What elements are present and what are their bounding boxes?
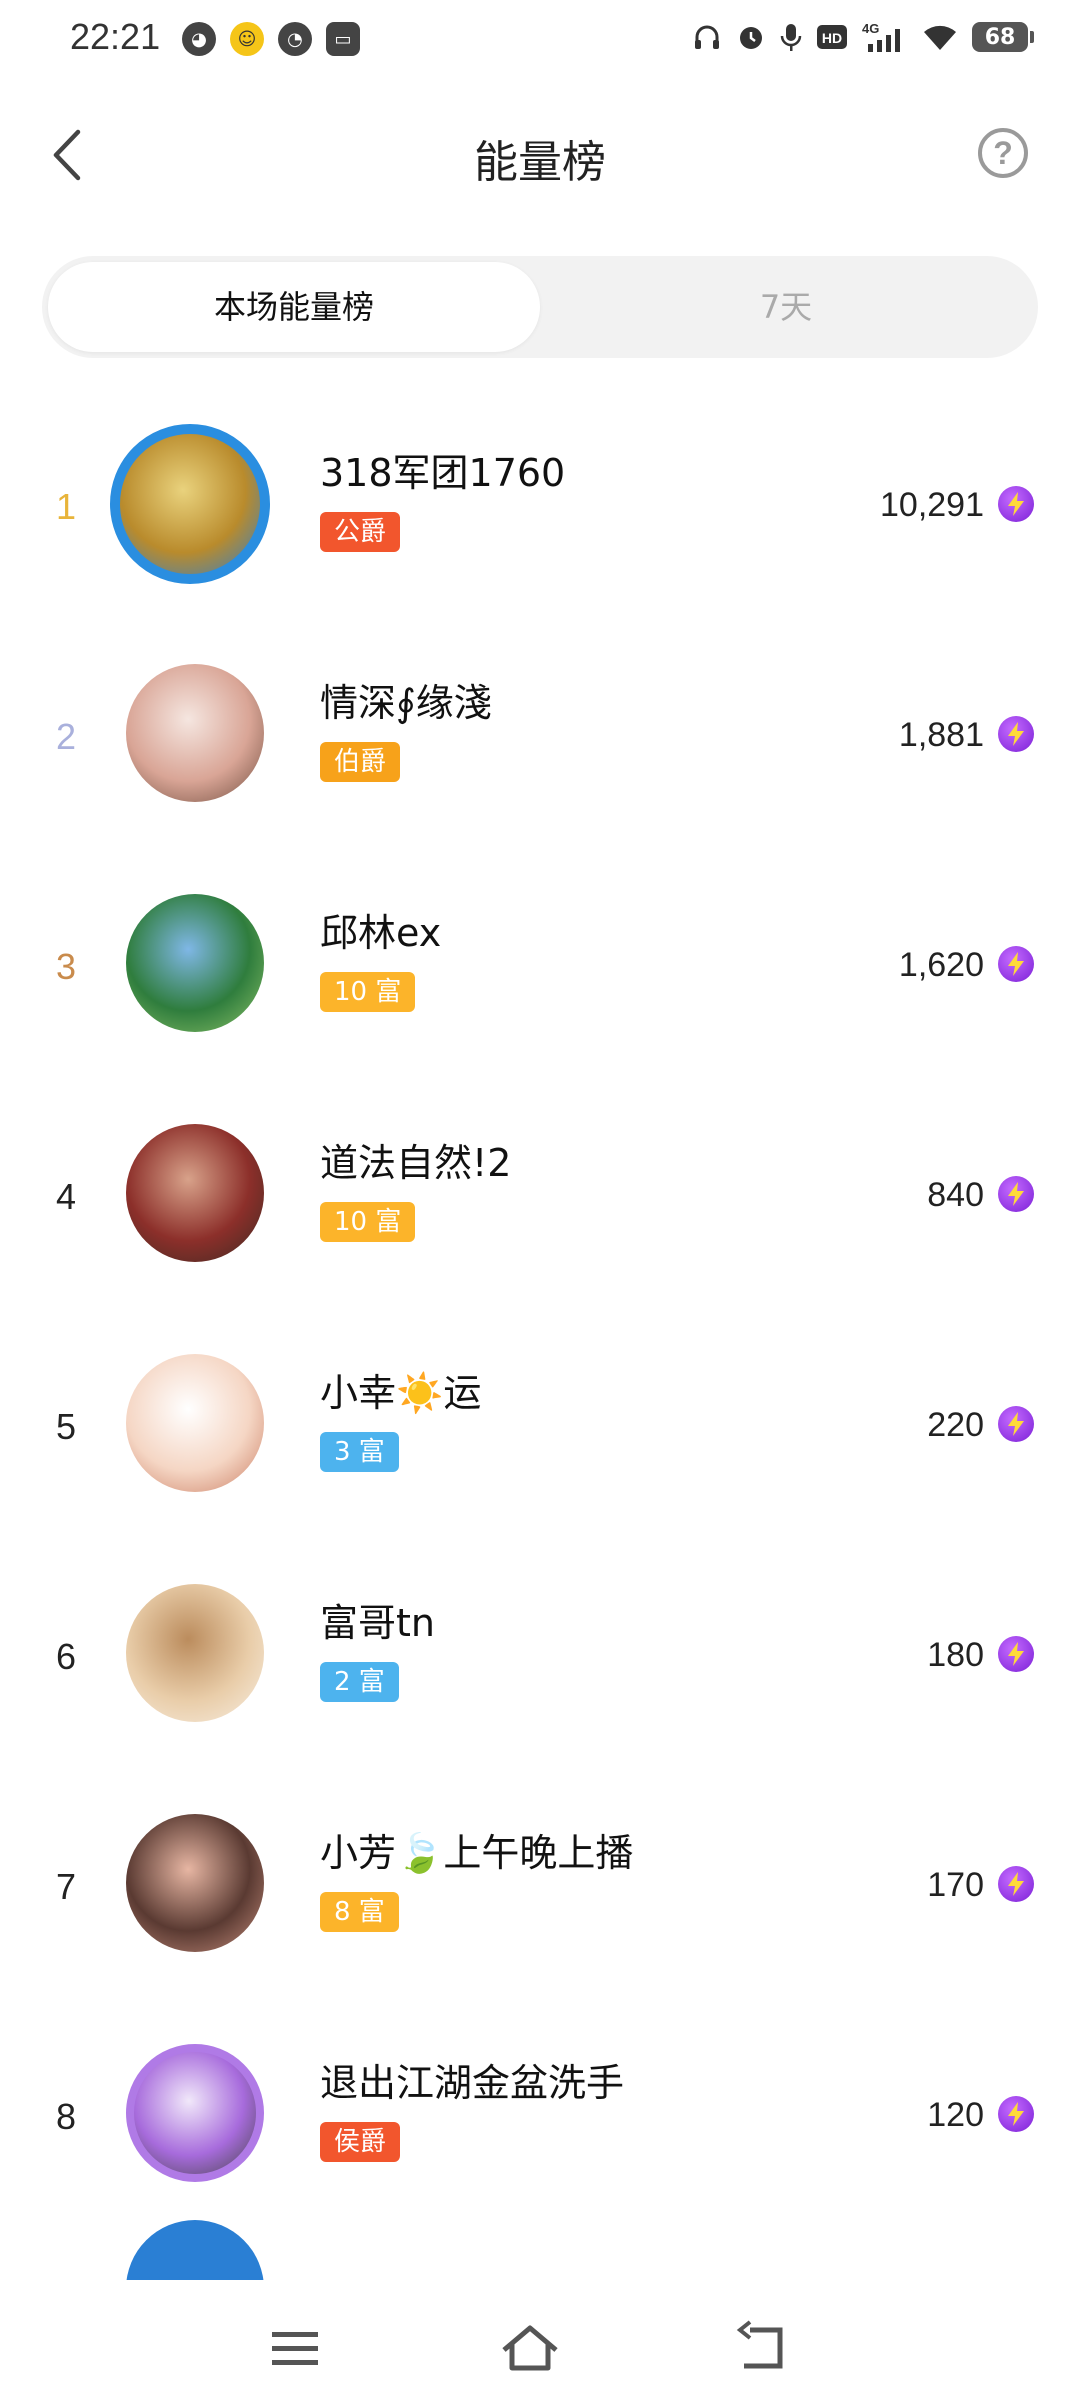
user-avatar[interactable] (126, 1814, 264, 1952)
battery-icon: 68 (972, 22, 1034, 52)
rank-number: 5 (55, 1406, 77, 1447)
alarm-icon (736, 20, 766, 54)
ranking-row[interactable]: 6 富哥tn 2 富 180 (0, 1550, 1080, 1780)
energy-bolt-icon (998, 716, 1034, 752)
user-avatar[interactable] (110, 424, 270, 584)
speedometer-icon: ◔ (278, 22, 312, 56)
network-type: 4G (862, 21, 879, 36)
user-name: 道法自然!2 (320, 1141, 512, 1185)
back-nav-button[interactable] (730, 2320, 794, 2378)
inbox-icon: ▭ (326, 22, 360, 56)
energy-bolt-icon (998, 946, 1034, 982)
user-name: 邱林ex (320, 911, 442, 955)
menu-icon (272, 2332, 318, 2365)
user-avatar[interactable] (126, 894, 264, 1032)
rank-badge: 侯爵 (320, 2122, 401, 2162)
rank-number: 1 (55, 486, 77, 527)
ranking-row[interactable]: 4 道法自然!2 10 富 840 (0, 1090, 1080, 1320)
rank-badge: 公爵 (320, 512, 401, 552)
rank-number: 4 (55, 1176, 77, 1217)
rank-badge: 2 富 (320, 1662, 399, 1702)
help-button[interactable]: ? (978, 128, 1028, 178)
user-avatar[interactable] (126, 664, 264, 802)
energy-bolt-icon (998, 1176, 1034, 1212)
ranking-row[interactable]: 1 318军团1760 公爵 10,291 (0, 400, 1080, 630)
energy-score: 1,620 (898, 946, 984, 984)
headphones-icon (692, 20, 722, 54)
rank-number: 6 (55, 1636, 77, 1677)
energy-score: 120 (927, 2096, 984, 2134)
rank-number: 2 (55, 716, 77, 757)
rank-badge: 10 富 (320, 972, 416, 1012)
smile-app-icon: ☺ (230, 22, 264, 56)
status-time: 22:21 (70, 16, 161, 57)
user-name: 富哥tn (320, 1601, 435, 1645)
cat-app-icon: ◕ (182, 22, 216, 56)
microphone-icon (780, 20, 802, 54)
user-avatar[interactable] (126, 2044, 264, 2182)
ranking-row[interactable]: 7 小芳🍃上午晚上播 8 富 170 (0, 1780, 1080, 2010)
rank-number: 7 (55, 1866, 77, 1907)
hd-icon: HD (816, 20, 848, 54)
tab-bar: 本场能量榜 7天 (42, 256, 1038, 358)
header: 能量榜 ? (0, 100, 1080, 210)
energy-score: 170 (927, 1866, 984, 1904)
energy-score: 1,881 (898, 716, 984, 754)
user-name: 情深∮缘淺 (320, 681, 492, 725)
system-nav-bar (0, 2290, 1080, 2408)
home-icon (502, 2325, 558, 2371)
energy-bolt-icon (998, 2096, 1034, 2132)
status-bar: 22:21 ◕ ☺ ◔ ▭ HD 4G 68 (0, 0, 1080, 80)
ranking-row[interactable]: 3 邱林ex 10 富 1,620 (0, 860, 1080, 1090)
energy-bolt-icon (998, 486, 1034, 522)
energy-bolt-icon (998, 1406, 1034, 1442)
rank-number: 3 (55, 946, 77, 987)
ranking-row[interactable]: 8 退出江湖金盆洗手侯爵 120 (0, 2010, 1080, 2240)
menu-button[interactable] (264, 2320, 328, 2378)
ranking-row[interactable]: 2 情深∮缘淺伯爵 1,881 (0, 630, 1080, 860)
cellular-signal-icon: 4G (862, 20, 908, 54)
rank-number: 8 (55, 2096, 77, 2137)
user-name: 小幸☀️运 (320, 1371, 482, 1415)
notification-icons: ◕ ☺ ◔ ▭ (182, 22, 360, 56)
return-icon (736, 2320, 783, 2369)
energy-score: 220 (927, 1406, 984, 1444)
energy-bolt-icon (998, 1636, 1034, 1672)
rank-badge: 伯爵 (320, 742, 401, 782)
ranking-row[interactable]: 5 小幸☀️运 3 富 220 (0, 1320, 1080, 1550)
energy-score: 840 (927, 1176, 984, 1214)
tab-current-session[interactable]: 本场能量榜 (48, 262, 540, 352)
partial-avatar (126, 2220, 264, 2280)
page-title: 能量榜 (474, 137, 606, 188)
rank-badge: 3 富 (320, 1432, 399, 1472)
energy-score: 180 (927, 1636, 984, 1674)
wifi-icon (922, 20, 958, 54)
svg-text:HD: HD (822, 30, 842, 46)
home-button[interactable] (498, 2320, 562, 2378)
energy-score: 10,291 (880, 486, 984, 524)
rank-badge: 8 富 (320, 1892, 399, 1932)
user-avatar[interactable] (126, 1584, 264, 1722)
rank-badge: 10 富 (320, 1202, 416, 1242)
user-name: 318军团1760 (320, 451, 566, 495)
system-icons: HD 4G 68 (692, 20, 1034, 54)
user-avatar[interactable] (126, 1124, 264, 1262)
energy-bolt-icon (998, 1866, 1034, 1902)
tab-7-days[interactable]: 7天 (540, 262, 1032, 352)
user-avatar[interactable] (126, 1354, 264, 1492)
user-name: 小芳🍃上午晚上播 (320, 1831, 634, 1875)
user-name: 退出江湖金盆洗手 (320, 2061, 625, 2105)
